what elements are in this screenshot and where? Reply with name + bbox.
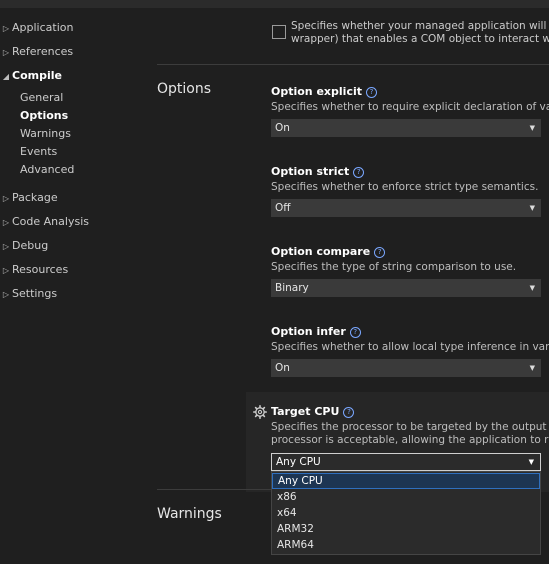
nav-item-debug[interactable]: ▷ Debug bbox=[0, 237, 48, 255]
nav-subitem-events[interactable]: Events bbox=[20, 143, 57, 161]
target-cpu-description-line2: processor is acceptable, allowing the ap… bbox=[271, 434, 549, 446]
chevron-right-icon: ▷ bbox=[2, 24, 10, 33]
nav-item-label: Package bbox=[12, 191, 58, 204]
com-visible-line1: Specifies whether your managed applicati… bbox=[291, 20, 549, 32]
nav-item-label: Application bbox=[12, 21, 74, 34]
dropdown-option-any-cpu[interactable]: Any CPU bbox=[272, 473, 540, 489]
option-explicit-label: Option explicit bbox=[271, 85, 362, 98]
chevron-down-icon: ▼ bbox=[529, 204, 535, 212]
nav-item-code-analysis[interactable]: ▷ Code Analysis bbox=[0, 213, 89, 231]
dropdown-option-arm64[interactable]: ARM64 bbox=[272, 537, 540, 553]
nav-subitem-options[interactable]: Options bbox=[20, 107, 68, 125]
chevron-right-icon: ▷ bbox=[2, 266, 10, 275]
option-strict-value: Off bbox=[275, 202, 291, 214]
option-strict-label: Option strict bbox=[271, 165, 350, 178]
com-visible-checkbox[interactable] bbox=[272, 25, 286, 39]
option-infer-value: On bbox=[275, 362, 290, 374]
option-strict-select[interactable]: Off ▼ bbox=[271, 199, 541, 217]
option-compare-label: Option compare bbox=[271, 245, 371, 258]
option-strict-title: Option strict? bbox=[271, 165, 365, 178]
question-circle-icon[interactable]: ? bbox=[349, 327, 361, 338]
option-infer-label: Option infer bbox=[271, 325, 346, 338]
option-explicit-title: Option explicit? bbox=[271, 85, 377, 98]
chevron-right-icon: ▷ bbox=[2, 48, 10, 57]
target-cpu-label: Target CPU bbox=[271, 405, 340, 418]
nav-item-label: Debug bbox=[12, 239, 49, 252]
options-section-title: Options bbox=[157, 81, 212, 97]
question-circle-icon[interactable]: ? bbox=[366, 87, 377, 98]
option-explicit-value: On bbox=[275, 122, 290, 134]
question-circle-icon[interactable]: ? bbox=[374, 247, 386, 258]
option-explicit-select[interactable]: On ▼ bbox=[271, 119, 541, 137]
target-cpu-dropdown-list: Any CPU x86 x64 ARM32 ARM64 bbox=[271, 471, 541, 555]
nav-item-label: Compile bbox=[12, 69, 62, 82]
option-compare-title: Option compare? bbox=[271, 245, 386, 258]
chevron-down-icon: ▼ bbox=[529, 124, 535, 132]
option-infer-title: Option infer? bbox=[271, 325, 361, 338]
target-cpu-description-line1: Specifies the processor to be targeted b… bbox=[271, 421, 549, 433]
nav-item-label: Resources bbox=[12, 263, 69, 276]
nav-subitem-warnings[interactable]: Warnings bbox=[20, 125, 71, 143]
option-strict-description: Specifies whether to enforce strict type… bbox=[271, 181, 539, 193]
dropdown-option-arm32[interactable]: ARM32 bbox=[272, 521, 540, 537]
dropdown-option-x64[interactable]: x64 bbox=[272, 505, 540, 521]
nav-subitem-general[interactable]: General bbox=[20, 89, 63, 107]
com-visible-line2: wrapper) that enables a COM object to in… bbox=[291, 33, 549, 45]
option-infer-select[interactable]: On ▼ bbox=[271, 359, 541, 377]
gear-icon bbox=[253, 405, 267, 419]
com-visible-description: Specifies whether your managed applicati… bbox=[291, 20, 549, 46]
target-cpu-title: Target CPU? bbox=[271, 405, 355, 418]
chevron-down-icon: ▼ bbox=[529, 364, 535, 372]
nav-item-label: References bbox=[12, 45, 74, 58]
chevron-down-icon: ▼ bbox=[528, 458, 534, 466]
nav-item-references[interactable]: ▷ References bbox=[0, 43, 73, 61]
nav-item-resources[interactable]: ▷ Resources bbox=[0, 261, 68, 279]
chevron-right-icon: ▷ bbox=[2, 290, 10, 299]
target-cpu-value: Any CPU bbox=[276, 456, 321, 468]
warnings-section-title: Warnings bbox=[157, 506, 222, 522]
nav-item-settings[interactable]: ▷ Settings bbox=[0, 285, 57, 303]
nav-item-label: Code Analysis bbox=[12, 215, 89, 228]
chevron-right-icon: ▷ bbox=[2, 218, 10, 227]
question-circle-icon[interactable]: ? bbox=[353, 167, 365, 178]
option-infer-description: Specifies whether to allow local type in… bbox=[271, 341, 549, 353]
section-divider bbox=[157, 64, 549, 65]
option-compare-description: Specifies the type of string comparison … bbox=[271, 261, 517, 273]
chevron-down-icon: ▼ bbox=[529, 284, 535, 292]
dropdown-option-x86[interactable]: x86 bbox=[272, 489, 540, 505]
section-divider bbox=[157, 489, 271, 490]
top-strip bbox=[0, 0, 549, 8]
chevron-right-icon: ▷ bbox=[2, 194, 10, 203]
target-cpu-select[interactable]: Any CPU ▼ bbox=[271, 453, 541, 471]
chevron-right-icon: ▷ bbox=[2, 242, 10, 251]
nav-item-compile[interactable]: ◢ Compile bbox=[0, 67, 62, 85]
option-explicit-description: Specifies whether to require explicit de… bbox=[271, 101, 549, 113]
option-compare-value: Binary bbox=[275, 282, 309, 294]
question-circle-icon[interactable]: ? bbox=[343, 407, 355, 418]
chevron-down-icon: ◢ bbox=[2, 72, 10, 81]
nav-item-package[interactable]: ▷ Package bbox=[0, 189, 58, 207]
option-compare-select[interactable]: Binary ▼ bbox=[271, 279, 541, 297]
nav-item-application[interactable]: ▷ Application bbox=[0, 19, 74, 37]
nav-subitem-advanced[interactable]: Advanced bbox=[20, 161, 74, 179]
nav-item-label: Settings bbox=[12, 287, 58, 300]
